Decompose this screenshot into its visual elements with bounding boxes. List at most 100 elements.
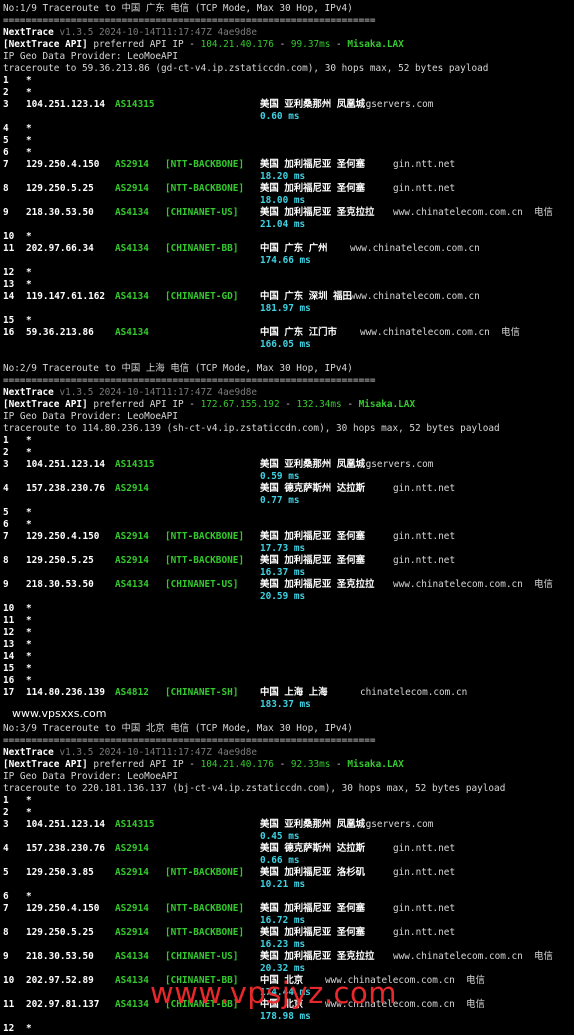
hop-network-tag: [CHINANET-US] [165, 207, 239, 218]
api-ip: 104.21.40.176 [200, 39, 274, 50]
hop-number: 7 [3, 903, 9, 914]
api-location: Misaka.LAX [347, 39, 404, 50]
version-line: NextTrace v1.3.5 2024-10-14T11:17:47Z 4a… [3, 387, 572, 399]
hop-geo-location: 美国 加利福尼亚 洛杉矶 [260, 867, 366, 878]
hop-rtt-row: 0.60 ms [3, 111, 572, 123]
hop-number: 16 [3, 675, 15, 686]
hop-timeout-star: * [26, 1023, 32, 1034]
hop-ip: 202.97.52.89 [26, 975, 94, 986]
version-info: v1.3.5 2024-10-14T11:17:47Z 4ae9d8e [59, 27, 258, 38]
hop-row-timeout: 10 * [3, 231, 572, 243]
hop-row-timeout: 1 * [3, 435, 572, 447]
hop-row: 7 129.250.4.150 AS2914 [NTT-BACKBONE] 美国 加利福… [3, 903, 572, 915]
geo-provider-line: IP Geo Data Provider: LeoMoeAPI [3, 411, 178, 422]
hop-row-timeout: 14 * [3, 651, 572, 663]
watermark-top: www.vpsxxs.com [12, 707, 107, 720]
hop-ip: 218.30.53.50 [26, 951, 94, 962]
hop-rtt-row: 16.37 ms [3, 567, 572, 579]
hop-rtt-row: 0.45 ms [3, 831, 572, 843]
hop-timeout-star: * [26, 447, 32, 458]
hop-rtt-row: 0.66 ms [3, 855, 572, 867]
api-dash: - [273, 39, 291, 50]
hop-timeout-star: * [26, 507, 32, 518]
hop-row: 5 129.250.3.85 AS2914 [NTT-BACKBONE] 美国 加利福尼… [3, 867, 572, 879]
geo-provider-line: IP Geo Data Provider: LeoMoeAPI [3, 51, 178, 62]
hop-rtt: 166.05 ms [260, 339, 311, 350]
hop-hostname: gin.ntt.net [393, 159, 456, 170]
hop-rtt-row: 16.23 ms [3, 939, 572, 951]
hop-geo-location: 中国 广东 广州 [260, 243, 328, 254]
hop-row: 11 202.97.66.34 AS4134 [CHINANET-BB] 中国 广东 广… [3, 243, 572, 255]
hop-number: 7 [3, 159, 9, 170]
hop-rtt: 21.04 ms [260, 219, 306, 230]
hop-timeout-star: * [26, 147, 32, 158]
hop-ip: 129.250.4.150 [26, 531, 100, 542]
hop-asn: AS4134 [115, 243, 149, 254]
hop-row-timeout: 6 * [3, 519, 572, 531]
hop-number: 13 [3, 639, 15, 650]
hop-network-tag: [NTT-BACKBONE] [165, 531, 245, 542]
hop-network-tag: [NTT-BACKBONE] [165, 903, 245, 914]
hop-hostname: www.chinatelecom.com.cn 电信 [360, 327, 520, 338]
hop-row: 9 218.30.53.50 AS4134 [CHINANET-US] 美国 加利福尼亚… [3, 951, 572, 963]
hop-row: 8 129.250.5.25 AS2914 [NTT-BACKBONE] 美国 加利福尼… [3, 555, 572, 567]
hop-timeout-star: * [26, 75, 32, 86]
hop-number: 15 [3, 663, 15, 674]
api-dash: - [279, 399, 297, 410]
hop-network-tag: [NTT-BACKBONE] [165, 159, 245, 170]
hop-number: 10 [3, 231, 15, 242]
hop-row-timeout: 2 * [3, 807, 572, 819]
hop-row-timeout: 1 * [3, 795, 572, 807]
hop-hostname: gin.ntt.net [393, 867, 456, 878]
hop-asn: AS2914 [115, 927, 149, 938]
hop-number: 15 [3, 315, 15, 326]
hop-ip: 104.251.123.14 [26, 99, 106, 110]
hop-rtt: 18.20 ms [260, 171, 306, 182]
hop-timeout-star: * [26, 627, 32, 638]
hop-number: 5 [3, 867, 9, 878]
hop-row-timeout: 1 * [3, 75, 572, 87]
hop-geo-location: 美国 亚利桑那州 凤凰城 [260, 819, 366, 830]
hop-number: 3 [3, 99, 9, 110]
hop-row: 14 119.147.61.162 AS4134 [CHINANET-GD] 中国 广东… [3, 291, 572, 303]
app-name: NextTrace [3, 387, 54, 398]
separator-line: ========================================… [3, 375, 376, 386]
hop-hostname: chinatelecom.com.cn [360, 687, 468, 698]
hop-rtt: 181.97 ms [260, 303, 311, 314]
hop-ip: 129.250.3.85 [26, 867, 94, 878]
api-line: [NextTrace API] preferred API IP - 104.2… [3, 759, 572, 771]
hop-rtt: 20.32 ms [260, 963, 306, 974]
api-prefix: [NextTrace API] [3, 399, 88, 410]
api-prefix: [NextTrace API] [3, 39, 88, 50]
hop-timeout-star: * [26, 135, 32, 146]
hop-row-timeout: 2 * [3, 447, 572, 459]
hop-rtt-row: 16.72 ms [3, 915, 572, 927]
hop-network-tag: [CHINANET-US] [165, 579, 239, 590]
hop-asn: AS2914 [115, 867, 149, 878]
hop-row-timeout: 15 * [3, 315, 572, 327]
hop-number: 1 [3, 795, 9, 806]
hop-number: 9 [3, 579, 9, 590]
hop-hostname: www.chinatelecom.com.cn 电信 [393, 207, 553, 218]
hop-timeout-star: * [26, 795, 32, 806]
hop-asn: AS2914 [115, 483, 149, 494]
hop-asn: AS2914 [115, 159, 149, 170]
api-location: Misaka.LAX [358, 399, 416, 410]
hop-number: 12 [3, 1023, 15, 1034]
hop-ip: 157.238.230.76 [26, 843, 106, 854]
hop-number: 8 [3, 927, 9, 938]
hop-asn: AS14315 [115, 459, 155, 470]
api-dash: - [330, 759, 348, 770]
hop-hostname: lgservers.com [360, 99, 434, 110]
hop-rtt-row: 0.77 ms [3, 495, 572, 507]
traceroute-target-line: traceroute to 220.181.136.137 (bj-ct-v4.… [3, 783, 506, 794]
hop-rtt: 16.37 ms [260, 567, 306, 578]
hop-ip: 114.80.236.139 [26, 687, 106, 698]
hop-rtt: 10.21 ms [260, 879, 306, 890]
hop-row-timeout: 6 * [3, 147, 572, 159]
hop-row: 3 104.251.123.14 AS14315 美国 亚利桑那州 凤凰城 lgserv… [3, 99, 572, 111]
hop-rtt-row: 181.97 ms [3, 303, 572, 315]
hop-rtt-row: 10.21 ms [3, 879, 572, 891]
hop-row-timeout: 11 * [3, 615, 572, 627]
